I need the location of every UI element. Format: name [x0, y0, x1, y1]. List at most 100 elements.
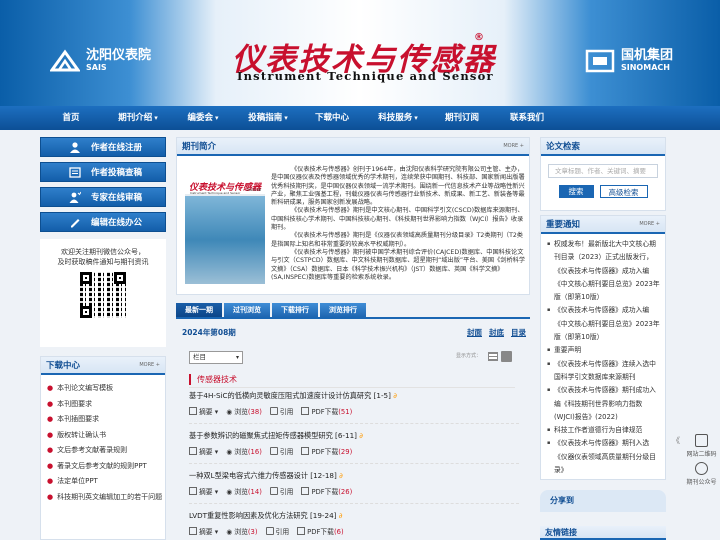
pdf-icon [301, 407, 310, 415]
notice-more-link[interactable]: MORE + [639, 221, 660, 227]
article-item: 一种双L型梁电容式六维力传感器设计 [12-18] ∂ 摘要 ▾ ◉ 浏览(14… [189, 471, 519, 504]
registered-mark: ® [474, 32, 484, 43]
pdf-download-button[interactable]: PDF下载(29) [301, 446, 352, 456]
notice-item[interactable]: 科技工作者道德行为自律规范 [547, 424, 661, 438]
collapse-float-button[interactable]: 《 [672, 435, 680, 446]
cover-link[interactable]: 封面 [467, 327, 482, 338]
notice-item[interactable]: 《仪表技术与传感器》成功入编《中文核心期刊要目总览》2023年版（即第10版） [547, 304, 661, 344]
nav-tech-services[interactable]: 科技服务 ▾ [366, 106, 430, 130]
eye-icon: ◉ [226, 408, 233, 416]
nav-submission-guide[interactable]: 投稿指南 ▾ [236, 106, 300, 130]
article-title[interactable]: LVDT重复性影响因素及优化方法研究 [19-24] ∂ [189, 511, 519, 521]
notice-item[interactable]: 重要声明 [547, 344, 661, 358]
share-bar[interactable]: 分享到 [540, 490, 666, 512]
abstract-button[interactable]: 摘要 ▾ [189, 406, 218, 416]
article-title[interactable]: 一种双L型梁电容式六维力传感器设计 [12-18] ∂ [189, 471, 519, 481]
view-mode-label: 显示方式： [456, 353, 482, 359]
eye-icon: ◉ [226, 488, 233, 496]
journal-cover-image[interactable]: 仪表技术与传感器 Instrument Technique and Sensor… [185, 174, 265, 284]
author-submit-button[interactable]: 作者投稿查稿 [40, 162, 166, 182]
cite-button[interactable]: 引用 [269, 406, 293, 416]
notice-item[interactable]: 《仪表技术与传感器》期刊成功入编《科技期刊世界影响力指数(WJCI)报告》(20… [547, 384, 661, 424]
download-item[interactable]: ● 本刊插图要求 [47, 412, 165, 428]
nav-contact[interactable]: 联系我们 [496, 106, 560, 130]
author-register-button[interactable]: 作者在线注册 [40, 137, 166, 157]
cite-button[interactable]: 引用 [269, 446, 293, 456]
nav-subscription[interactable]: 期刊订阅 [431, 106, 495, 130]
toc-link[interactable]: 目录 [511, 327, 526, 338]
list-view-icon[interactable] [488, 352, 498, 361]
notice-item[interactable]: 《仪表技术与传感器》期刊入选《仪器仪表领域高质量期刊分级目录》 [547, 437, 661, 477]
tab-view-ranking[interactable]: 浏览排行 [320, 303, 366, 317]
author-icon [67, 141, 83, 153]
download-more-link[interactable]: MORE + [139, 362, 160, 368]
search-input[interactable]: 文章标题、作者、关键词、摘要 [548, 164, 658, 178]
left-sidebar: 作者在线注册 作者投稿查稿 专家在线审稿 编辑在线办公 [40, 137, 166, 237]
image-view-icon[interactable] [501, 351, 512, 362]
right-sidebar: 论文检索 文章标题、作者、关键词、摘要 搜索 高级检索 [540, 137, 666, 211]
eye-icon: ◉ [226, 448, 233, 456]
column-select[interactable]: 栏目 ▾ [189, 351, 243, 364]
sinomach-logo[interactable]: 国机集团 SINOMACH [585, 48, 673, 74]
sinomach-logo-en: SINOMACH [621, 63, 670, 72]
promo-line1: 欢迎关注期刊微信公众号， [61, 248, 145, 256]
download-item[interactable]: ● 版权转让确认书 [47, 428, 165, 444]
back-cover-link[interactable]: 封底 [489, 327, 504, 338]
cite-button[interactable]: 引用 [269, 486, 293, 496]
intro-more-link[interactable]: MORE + [503, 143, 524, 149]
intro-paragraph: 《仪表技术与传感器》期刊是中文核心期刊、中国科学引文(CSCD)数据库来源期刊、… [271, 207, 524, 232]
sais-logo[interactable]: 沈阳仪表院 SAIS [50, 48, 151, 74]
intro-paragraph: 《仪表技术与传感器》期刊被中国学术期刊综合评价(CAJCED)数据库、中国科技论… [271, 248, 526, 281]
download-center-box: 下载中心 MORE + ● 本刊论文编写模板 ● 本刊图要求 ● 本刊插图要求 ● 版权… [40, 356, 166, 540]
notice-title: 重要通知 [546, 220, 581, 230]
tab-download-ranking[interactable]: 下载排行 [272, 303, 318, 317]
notice-item[interactable]: 权威发布！最新版北大中文核心期刊目录（2023）正式出版发行，《仪表技术与传感器… [547, 238, 661, 304]
tab-past-issues[interactable]: 过刊浏览 [224, 303, 270, 317]
nav-home[interactable]: 首页 [40, 106, 104, 130]
chevron-down-icon: ▾ [154, 114, 158, 122]
cite-icon [269, 407, 278, 415]
cite-icon [269, 487, 278, 495]
link-icon: ∂ [338, 511, 343, 520]
notice-box: 重要通知 MORE + 权威发布！最新版北大中文核心期刊目录（2023）正式出版… [540, 215, 666, 480]
views-count: ◉ 浏览(14) [226, 488, 262, 496]
reviewer-icon [67, 191, 83, 203]
article-actions: 摘要 ▾ ◉ 浏览(38) 引用 PDF下载(51) [189, 406, 519, 416]
sais-logo-icon [50, 49, 80, 72]
pdf-download-button[interactable]: PDF下载(6) [297, 526, 344, 536]
abstract-icon [189, 527, 197, 535]
nav-journal-intro[interactable]: 期刊介绍 ▾ [106, 106, 170, 130]
intro-header: 期刊简介 MORE + [177, 138, 529, 156]
download-item[interactable]: ● 科技期刊英文编辑加工的若干问题 [47, 490, 165, 506]
expert-review-button[interactable]: 专家在线审稿 [40, 187, 166, 207]
download-item[interactable]: ● 著录文后参考文献的规则PPT [47, 459, 165, 475]
cover-en: Instrument Technique and Sensor [190, 191, 241, 195]
qr-code-icon[interactable] [695, 434, 708, 447]
advanced-search-button[interactable]: 高级检索 [599, 185, 648, 198]
notice-item[interactable]: 《仪表技术与传感器》连续入选中国科学引文数据库来源期刊 [547, 358, 661, 385]
nav-editorial-board[interactable]: 编委会 ▾ [171, 106, 235, 130]
site-header: 沈阳仪表院 SAIS 仪表技术与传感器 ® Instrument Techniq… [0, 0, 720, 106]
pdf-download-button[interactable]: PDF下载(51) [301, 406, 352, 416]
sinomach-logo-icon [585, 49, 615, 73]
cite-button[interactable]: 引用 [265, 526, 289, 536]
wechat-icon[interactable] [695, 462, 708, 475]
nav-download-center[interactable]: 下载中心 [301, 106, 365, 130]
download-item[interactable]: ● 本刊论文编写模板 [47, 381, 165, 397]
abstract-button[interactable]: 摘要 ▾ [189, 526, 218, 536]
main-nav: 首页 期刊介绍 ▾ 编委会 ▾ 投稿指南 ▾ 下载中心 科技服务 ▾ 期刊订阅 联系我们 [0, 106, 720, 130]
chevron-down-icon: ▾ [284, 114, 288, 122]
abstract-button[interactable]: 摘要 ▾ [189, 486, 218, 496]
pdf-download-button[interactable]: PDF下载(26) [301, 486, 352, 496]
abstract-button[interactable]: 摘要 ▾ [189, 446, 218, 456]
download-center-header: 下载中心 MORE + [41, 357, 165, 375]
article-title[interactable]: 基于4H-SiC的低横向灵敏度压阻式加速度计设计仿真研究 [1-5] ∂ [189, 391, 519, 401]
abstract-icon [189, 407, 197, 415]
download-item[interactable]: ● 本刊图要求 [47, 397, 165, 413]
download-item[interactable]: ● 法定单位PPT [47, 474, 165, 490]
download-item[interactable]: ● 文后参考文献著录规则 [47, 443, 165, 459]
search-button[interactable]: 搜索 [558, 185, 594, 198]
tab-latest-issue[interactable]: 最新一期 [176, 303, 222, 317]
editor-office-button[interactable]: 编辑在线办公 [40, 212, 166, 232]
article-title[interactable]: 基于参数辨识的磁聚焦式扭矩传感器模型研究 [6-11] ∂ [189, 431, 519, 441]
